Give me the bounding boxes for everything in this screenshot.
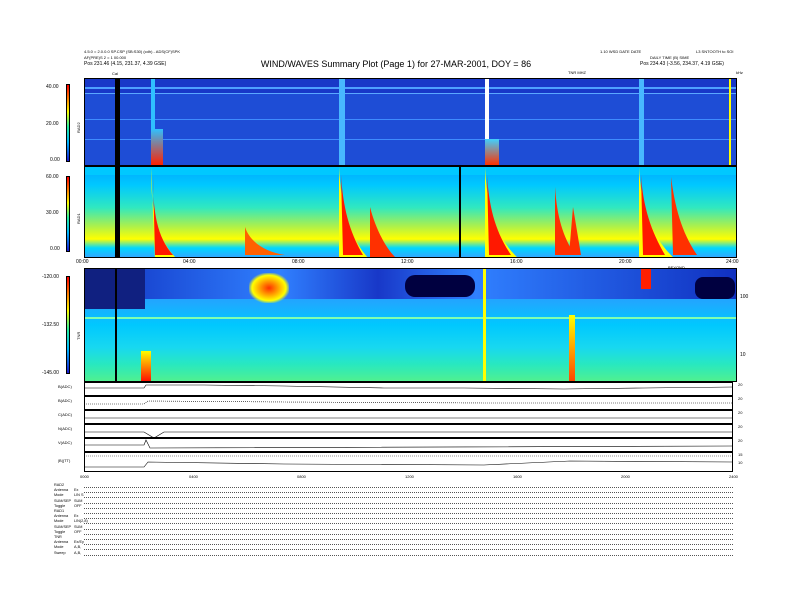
mag-label-2: B(ADC) — [58, 398, 72, 403]
rad2-spectrogram — [84, 78, 737, 166]
mag-label-4: N(ADC) — [58, 426, 72, 431]
param-key: Antenna — [54, 488, 69, 493]
param-key: TNR — [54, 535, 62, 539]
mag-label-5: V(ADC) — [58, 440, 72, 445]
mag-tick-2: 20 — [738, 396, 743, 401]
param-value: SUM — [74, 524, 83, 529]
param-value: OFF — [74, 503, 82, 508]
bottom-time-tick-0: 0000 — [80, 474, 89, 479]
param-row-line — [84, 507, 733, 509]
tnr-tick-mid: -132.50 — [42, 322, 59, 328]
header-right-line1: 1.10 WSD DATE DATE — [600, 49, 642, 54]
param-value: LIN S — [74, 493, 84, 498]
rad2-colorbar — [66, 84, 70, 162]
mag-tick-6: 15 — [738, 452, 743, 457]
top-time-tick-0: 00:00 — [76, 259, 89, 265]
tnr-right-tick-10: 10 — [740, 352, 746, 358]
param-key: Antenna — [54, 540, 69, 545]
mag-traces — [84, 384, 733, 468]
rad1-tick-top: 60.00 — [46, 174, 59, 180]
top-time-tick-1: 04:00 — [183, 259, 196, 265]
param-key: Mode — [54, 519, 64, 524]
rad1-label: RAD1 — [76, 213, 81, 224]
param-row-line — [84, 544, 733, 546]
param-key: RAD1 — [54, 509, 65, 513]
param-row-line — [84, 518, 733, 520]
rad1-tick-bot: 0.00 — [50, 246, 60, 252]
mag-label-1: B(ADC) — [58, 384, 72, 389]
rad1-colorbar — [66, 176, 70, 252]
cal-marker: Cal — [112, 71, 119, 76]
param-row-line — [84, 554, 733, 556]
param-key: Antenna — [54, 514, 69, 519]
tnr-label: TNR — [76, 331, 81, 340]
param-row-line — [84, 528, 733, 530]
mag-label-6: |B|(TT) — [58, 458, 71, 463]
param-key: Toggle — [54, 503, 66, 508]
tnr-right-tick-100: 100 — [740, 294, 749, 300]
mag-tick-3: 20 — [738, 410, 743, 415]
param-row-line — [84, 502, 733, 504]
bottom-time-tick-2: 0800 — [297, 474, 306, 479]
param-value: A,B, — [74, 550, 82, 555]
param-row-line — [84, 497, 733, 499]
tnr-tag: TNR MHZ — [568, 70, 586, 75]
tnr-spectrogram — [84, 268, 737, 382]
param-value: Ex — [74, 488, 79, 493]
rad2-tick-top: 40.00 — [46, 84, 59, 90]
param-key: Mode — [54, 545, 64, 550]
header-left-line1: 4.5.0 = 2.0.0.0 SP.CSP (SB:S30) (cdh) - … — [84, 49, 181, 54]
param-key: RAD2 — [54, 483, 65, 487]
param-value: SUM — [74, 498, 83, 503]
param-row-line — [84, 539, 733, 540]
rad2-tick-bot: 0.00 — [50, 157, 60, 163]
rad2-tick-mid: 20.00 — [46, 121, 59, 127]
bottom-time-tick-5: 2000 — [621, 474, 630, 479]
top-time-tick-2: 08:00 — [292, 259, 305, 265]
param-key: Toggle — [54, 529, 66, 534]
bottom-time-tick-6: 2400 — [729, 474, 738, 479]
header-right-corner: L3 SNTOOTH to SOI — [696, 49, 734, 54]
param-row-line — [84, 549, 733, 551]
param-row-line — [84, 523, 733, 525]
mag-tick-6b: 10 — [738, 460, 743, 465]
param-key: SUM/SEP — [54, 498, 72, 503]
top-time-tick-5: 20:00 — [619, 259, 632, 265]
mag-tick-5: 20 — [738, 438, 743, 443]
mag-label-3: C(ADC) — [58, 412, 72, 417]
khz-tag: kHz — [736, 70, 743, 75]
tnr-colorbar — [66, 276, 70, 374]
bottom-time-tick-1: 0400 — [189, 474, 198, 479]
tnr-tick-top: -120.00 — [42, 274, 59, 280]
param-row-line — [84, 487, 733, 488]
param-row-line — [84, 513, 733, 514]
param-row-line — [84, 492, 733, 494]
page-title: WIND/WAVES Summary Plot (Page 1) for 27-… — [260, 59, 532, 69]
bottom-time-tick-4: 1600 — [513, 474, 522, 479]
tnr-tick-bot: -145.00 — [42, 370, 59, 376]
top-time-tick-6: 24:00 — [726, 259, 739, 265]
bottom-time-tick-3: 1200 — [405, 474, 414, 479]
mag-tick-1: 20 — [738, 382, 743, 387]
param-value: Ex/Ey — [74, 540, 84, 545]
param-value: A,B, — [74, 545, 82, 550]
rad1-spectrogram — [84, 166, 737, 258]
param-value: OFF — [74, 529, 82, 534]
param-key: SUM/SEP — [54, 524, 72, 529]
param-key: Sweep — [54, 550, 66, 555]
param-key: Mode — [54, 493, 64, 498]
mag-tick-4: 20 — [738, 424, 743, 429]
rad2-label: RAD2 — [76, 122, 81, 133]
rad1-tick-mid: 30.00 — [46, 210, 59, 216]
rad1-bursts — [151, 167, 697, 257]
param-value: Ex — [74, 514, 79, 519]
top-time-tick-4: 16:00 — [510, 259, 523, 265]
top-time-tick-3: 12:00 — [401, 259, 414, 265]
param-row-line — [84, 533, 733, 535]
